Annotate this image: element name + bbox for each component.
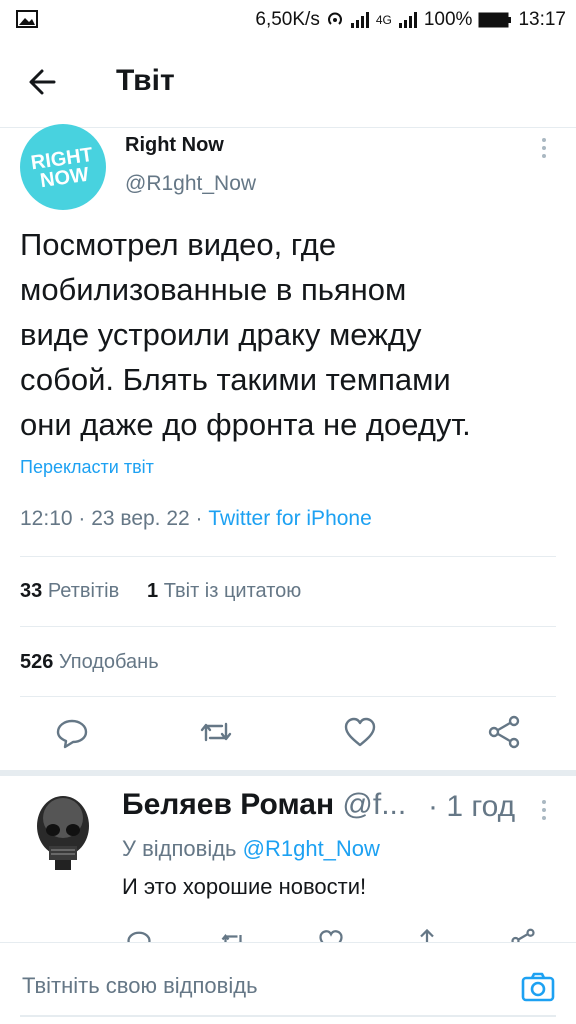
retweets-label[interactable]: Ретвітів [48, 580, 119, 602]
clock: 13:17 [518, 9, 566, 30]
battery-percent: 100% [423, 9, 473, 30]
reply-more-button[interactable] [538, 798, 550, 824]
reply-text: И это хорошие новости! [122, 874, 367, 899]
comment-icon [56, 719, 88, 749]
gallery-notification-icon [16, 10, 38, 28]
camera-button[interactable] [518, 967, 558, 1007]
status-bar: 6,50K/s 4G 100% 13:17 [0, 0, 576, 40]
likes-label[interactable]: Уподобань [59, 651, 159, 673]
reply-author-avatar[interactable] [22, 788, 104, 880]
tweet-source[interactable]: Twitter for iPhone [208, 507, 371, 530]
divider [20, 696, 556, 697]
network-speed: 6,50K/s [255, 9, 320, 30]
retweet-stats: 33 Ретвітів 1 Твіт із цитатою [20, 580, 301, 603]
replying-to-handle[interactable]: @R1ght_Now [243, 836, 380, 861]
tweet-more-button[interactable] [538, 136, 550, 162]
quotes-label[interactable]: Твіт із цитатою [164, 580, 302, 602]
status-right: 6,50K/s 4G 100% 13:17 [255, 8, 566, 32]
author-avatar[interactable]: RIGHT NOW [20, 124, 106, 210]
signal-2-icon [398, 12, 417, 28]
section-divider [0, 770, 576, 776]
camera-icon [521, 972, 555, 1002]
app-header: Твіт [0, 40, 576, 128]
more-vertical-icon [542, 800, 546, 820]
reply-time: · 1 год [428, 790, 516, 823]
retweet-button[interactable] [196, 712, 236, 752]
quotes-count[interactable]: 1 [147, 580, 158, 602]
author-handle[interactable]: @R1ght_Now [125, 172, 256, 196]
share-icon [488, 715, 520, 749]
back-button[interactable] [24, 66, 64, 102]
share-button[interactable] [484, 712, 524, 752]
arrow-left-icon [29, 69, 56, 95]
likes-count[interactable]: 526 [20, 651, 53, 673]
divider [20, 626, 556, 627]
battery-icon [478, 12, 512, 28]
compose-bar: Твітніть свою відповідь [0, 942, 576, 1024]
tweet-text: Посмотрел видео, где мобилизованные в пь… [20, 227, 471, 442]
skull-xray-image [22, 788, 104, 880]
replying-to: У відповідь @R1ght_Now [122, 836, 380, 862]
tweet-timestamp: 12:10 · 23 вер. 22 · [20, 507, 209, 530]
translate-link[interactable]: Перекласти твіт [20, 457, 154, 478]
heart-icon [344, 717, 376, 747]
reply-button[interactable] [52, 712, 92, 752]
page-title: Твіт [116, 64, 175, 97]
retweets-count[interactable]: 33 [20, 580, 42, 602]
tweet-meta: 12:10 · 23 вер. 22 · Twitter for iPhone [20, 507, 372, 531]
author-name[interactable]: Right Now [125, 134, 224, 157]
reply-compose-input[interactable]: Твітніть свою відповідь [22, 973, 258, 999]
network-type: 4G [375, 13, 392, 27]
replying-to-label: У відповідь [122, 836, 243, 861]
like-stats: 526 Уподобань [20, 651, 159, 674]
retweet-icon [200, 722, 232, 742]
divider [20, 556, 556, 557]
hotspot-icon [327, 12, 342, 25]
like-button[interactable] [340, 712, 380, 752]
tweet-actions [0, 712, 576, 762]
signal-1-icon [350, 12, 369, 28]
reply-author-name[interactable]: Беляев Роман [122, 788, 334, 821]
more-vertical-icon [542, 138, 546, 158]
reply-author-handle[interactable]: @f... [342, 788, 406, 821]
right-now-logo: RIGHT NOW [30, 144, 95, 192]
compose-underline [20, 1015, 556, 1017]
